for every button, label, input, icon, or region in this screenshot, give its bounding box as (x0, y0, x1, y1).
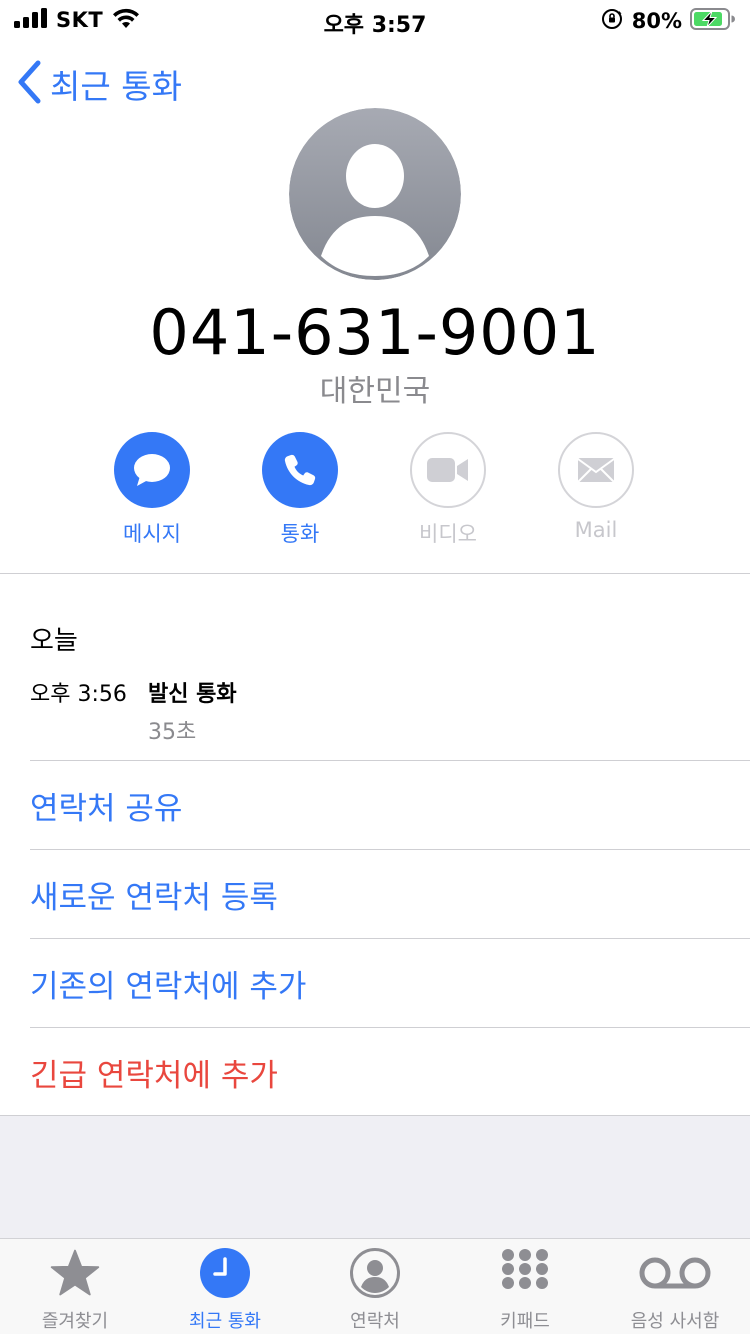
back-button-label: 최근 통화 (50, 67, 182, 106)
star-icon (49, 1247, 101, 1299)
contacts-icon (349, 1247, 401, 1299)
battery-charging-icon (690, 7, 736, 35)
message-action-label: 메시지 (123, 522, 181, 546)
tab-label: 연락처 (350, 1311, 400, 1332)
orientation-lock-icon (600, 7, 624, 35)
tab-recents[interactable]: 최근 통화 (150, 1239, 300, 1334)
video-icon (410, 432, 486, 508)
clock-icon (199, 1247, 251, 1299)
share-contact-option[interactable]: 연락처 공유 (30, 761, 730, 849)
tab-label: 키패드 (500, 1311, 550, 1332)
call-log-time: 오후 3:56 (30, 682, 127, 707)
battery-percent: 80% (631, 9, 682, 33)
voicemail-icon (637, 1247, 713, 1299)
grouped-background (0, 1116, 750, 1238)
phone-number: 041-631-9001 (149, 296, 601, 369)
tab-label: 즐겨찾기 (41, 1311, 109, 1332)
create-new-contact-option[interactable]: 새로운 연락처 등록 (30, 850, 730, 938)
person-placeholder-icon (289, 108, 461, 280)
keypad-icon (499, 1247, 551, 1299)
tab-label: 음성 사서함 (630, 1311, 720, 1332)
tab-contacts[interactable]: 연락처 (300, 1239, 450, 1334)
call-log-type: 발신 통화 (148, 682, 237, 707)
back-button[interactable]: 최근 통화 (16, 60, 182, 108)
avatar (289, 108, 461, 280)
call-action-label: 통화 (280, 522, 320, 546)
video-action-label: 비디오 (419, 522, 477, 546)
tab-favorites[interactable]: 즐겨찾기 (0, 1239, 150, 1334)
status-bar: SKT 오후 3:57 80% (0, 0, 750, 40)
call-log-date: 오늘 (30, 626, 78, 656)
chevron-left-icon (16, 60, 42, 108)
phone-icon (262, 432, 338, 508)
header-divider (0, 573, 750, 574)
mail-action-label: Mail (574, 518, 618, 542)
message-action-button[interactable]: 메시지 (97, 432, 207, 548)
status-right: 80% (600, 7, 736, 35)
add-to-emergency-contacts-option[interactable]: 긴급 연락처에 추가 (30, 1028, 730, 1116)
tab-keypad[interactable]: 키패드 (450, 1239, 600, 1334)
mail-icon (558, 432, 634, 508)
tab-bar: 즐겨찾기 최근 통화 연락처 키패드 음성 사서함 (0, 1238, 750, 1334)
call-log-duration: 35초 (148, 720, 197, 745)
tab-voicemail[interactable]: 음성 사서함 (600, 1239, 750, 1334)
add-to-existing-contact-option[interactable]: 기존의 연락처에 추가 (30, 939, 730, 1027)
region-label: 대한민국 (319, 374, 431, 409)
video-action-button[interactable]: 비디오 (393, 432, 503, 548)
mail-action-button[interactable]: Mail (541, 432, 651, 542)
call-action-button[interactable]: 통화 (245, 432, 355, 548)
message-icon (114, 432, 190, 508)
tab-label: 최근 통화 (189, 1311, 261, 1332)
